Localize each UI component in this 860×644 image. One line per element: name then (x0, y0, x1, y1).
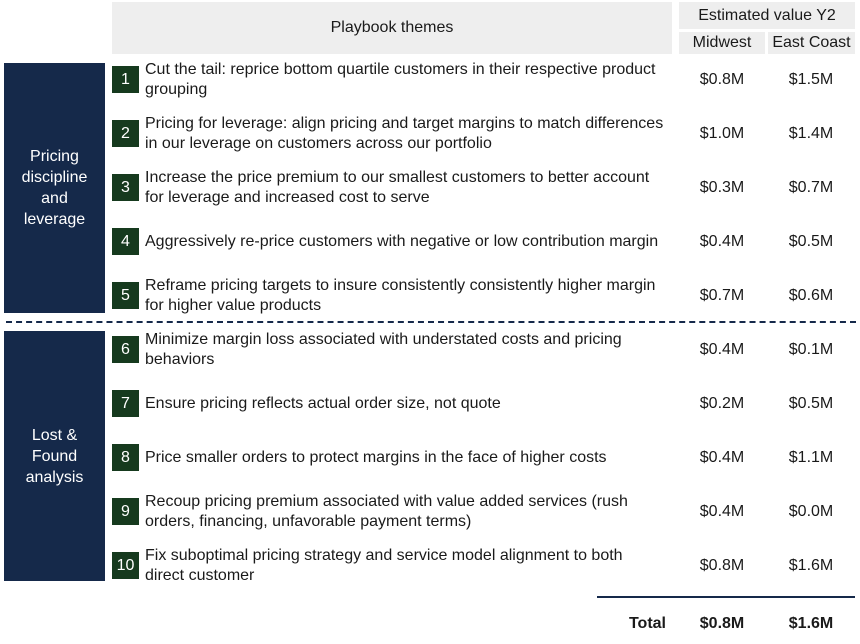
theme-text: Minimize margin loss associated with und… (145, 331, 622, 368)
row-number-badge: 10 (112, 552, 139, 579)
midwest-value: $0.4M (699, 449, 745, 466)
east-coast-value: $1.6M (788, 557, 834, 574)
group-pricing-discipline: Pricing discipline and leverage (4, 63, 105, 313)
total-label: Total (628, 615, 666, 632)
midwest-value: $1.0M (699, 125, 745, 142)
group-lost-found: Lost & Found analysis (4, 331, 105, 581)
east-coast-column-header: East Coast (768, 32, 855, 54)
theme-text: Increase the price premium to our smalle… (145, 169, 650, 206)
section-divider (6, 321, 856, 323)
theme-text: Recoup pricing premium associated with v… (145, 493, 628, 530)
row-number-badge: 7 (112, 390, 139, 417)
midwest-value: $0.8M (699, 71, 745, 88)
row-number-badge: 3 (112, 174, 139, 201)
total-rule (597, 596, 855, 598)
east-coast-value: $0.7M (788, 179, 834, 196)
midwest-value: $0.2M (699, 395, 745, 412)
east-coast-value: $1.5M (788, 71, 834, 88)
midwest-value: $0.4M (699, 503, 745, 520)
row-number-badge: 1 (112, 66, 139, 93)
midwest-value: $0.4M (699, 341, 745, 358)
row-number-badge: 5 (112, 282, 139, 309)
east-coast-value: $1.1M (788, 449, 834, 466)
theme-text: Aggressively re-price customers with neg… (145, 233, 659, 250)
east-coast-value: $0.1M (788, 341, 834, 358)
total-midwest-value: $0.8M (699, 615, 745, 632)
theme-text: Ensure pricing reflects actual order siz… (145, 395, 501, 412)
estimated-value-header: Estimated value Y2 (679, 2, 855, 29)
theme-text: Fix suboptimal pricing strategy and serv… (145, 547, 623, 584)
playbook-themes-header: Playbook themes (112, 2, 672, 54)
east-coast-value: $0.5M (788, 395, 834, 412)
east-coast-value: $0.5M (788, 233, 834, 250)
midwest-value: $0.3M (699, 179, 745, 196)
midwest-value: $0.7M (699, 287, 745, 304)
theme-text: Pricing for leverage: align pricing and … (145, 115, 664, 152)
row-number-badge: 2 (112, 120, 139, 147)
group-label: Pricing discipline and leverage (21, 148, 88, 228)
total-east-coast-value: $1.6M (788, 615, 834, 632)
row-number-badge: 6 (112, 336, 139, 363)
midwest-column-header: Midwest (679, 32, 765, 54)
row-number-badge: 4 (112, 228, 139, 255)
east-coast-value: $0.6M (788, 287, 834, 304)
row-number-badge: 8 (112, 444, 139, 471)
east-coast-value: $0.0M (788, 503, 834, 520)
group-label: Lost & Found analysis (25, 426, 84, 486)
midwest-value: $0.4M (699, 233, 745, 250)
row-number-badge: 9 (112, 498, 139, 525)
midwest-value: $0.8M (699, 557, 745, 574)
theme-text: Price smaller orders to protect margins … (145, 449, 607, 466)
theme-text: Reframe pricing targets to insure consis… (145, 277, 656, 314)
theme-text: Cut the tail: reprice bottom quartile cu… (145, 61, 656, 98)
east-coast-value: $1.4M (788, 125, 834, 142)
